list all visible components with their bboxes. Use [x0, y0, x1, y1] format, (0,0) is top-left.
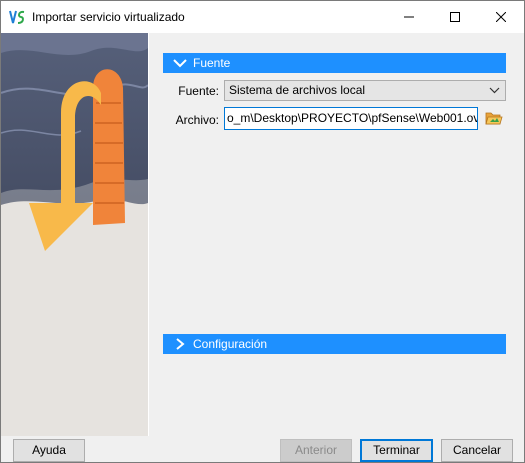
maximize-icon: [450, 12, 460, 22]
import-dialog: Importar servicio virtualizado Fuente Fu…: [0, 0, 525, 463]
source-select-value: Sistema de archivos local: [229, 83, 366, 97]
configuracion-section-header[interactable]: Configuración: [163, 334, 506, 354]
chevron-down-icon: [173, 59, 187, 68]
panel-divider: [148, 33, 149, 436]
fuente-section-title: Fuente: [193, 56, 231, 70]
minimize-icon: [404, 16, 414, 18]
chevron-down-icon: [489, 87, 500, 94]
import-illustration: [1, 33, 148, 436]
configuracion-section-title: Configuración: [193, 337, 268, 351]
cancel-button[interactable]: Cancelar: [441, 439, 513, 462]
file-path-input[interactable]: o_m\Desktop\PROYECTO\pfSense\Web001.ova: [224, 107, 478, 130]
chevron-right-icon: [176, 338, 185, 350]
minimize-button[interactable]: [386, 1, 432, 33]
window-title: Importar servicio virtualizado: [32, 10, 185, 24]
close-button[interactable]: [478, 1, 524, 33]
help-button[interactable]: Ayuda: [13, 439, 85, 462]
finish-button[interactable]: Terminar: [360, 439, 433, 462]
maximize-button[interactable]: [432, 1, 478, 33]
file-label: Archivo:: [175, 113, 219, 127]
close-icon: [496, 12, 506, 22]
source-select[interactable]: Sistema de archivos local: [224, 80, 506, 101]
previous-button[interactable]: Anterior: [280, 439, 352, 462]
fuente-section-header[interactable]: Fuente: [163, 53, 506, 73]
folder-open-icon[interactable]: [485, 110, 503, 126]
vs-logo-icon: [9, 9, 26, 26]
source-label: Fuente:: [178, 84, 219, 98]
title-bar[interactable]: Importar servicio virtualizado: [1, 1, 524, 33]
